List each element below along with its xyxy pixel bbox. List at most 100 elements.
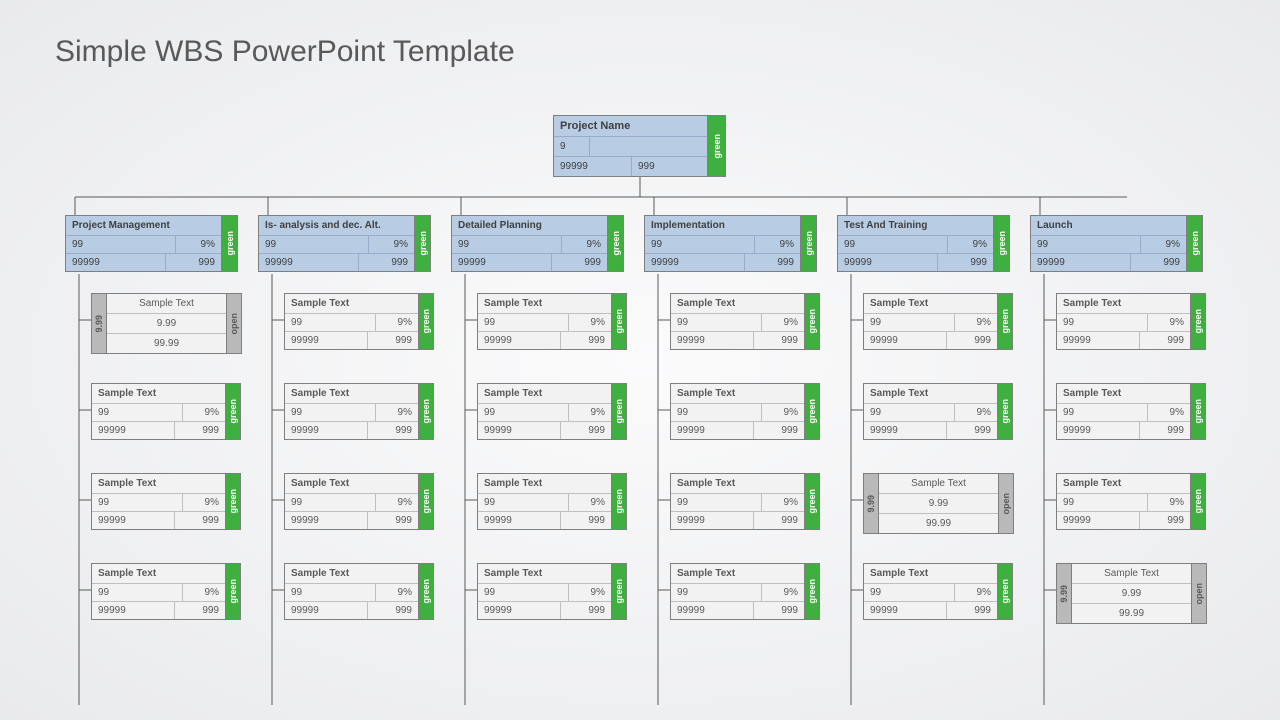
status-tab: green <box>222 215 238 272</box>
leaf-c: 99999 <box>285 512 368 529</box>
status-tab: green <box>998 563 1013 620</box>
leaf-node: Sample Text 999% 99999999 green <box>91 473 241 530</box>
leaf-title: Sample Text <box>864 384 997 404</box>
branch-d: 999 <box>166 254 221 271</box>
leaf-node: Sample Text 999% 99999999 green <box>1056 383 1206 440</box>
leaf-d: 999 <box>754 332 804 349</box>
leaf-a: 99 <box>1057 404 1148 421</box>
status-tab: green <box>226 563 241 620</box>
branch-d: 999 <box>745 254 800 271</box>
leaf-a: 99 <box>1057 494 1148 511</box>
leaf-c: 99999 <box>1057 512 1140 529</box>
leaf-node-open: 9.99 Sample Text 9.99 99.99 open <box>91 293 242 354</box>
leaf-b: 9% <box>376 404 418 421</box>
leaf-c: 99999 <box>1057 332 1140 349</box>
leaf-node: Sample Text 999% 99999999 green <box>91 563 241 620</box>
leaf-a: 99 <box>92 494 183 511</box>
leaf-title: Sample Text <box>478 294 611 314</box>
status-tab: green <box>805 293 820 350</box>
status-tab: green <box>415 215 431 272</box>
leaf-c: 99999 <box>478 602 561 619</box>
status-tab: green <box>419 383 434 440</box>
status-tab: green <box>612 473 627 530</box>
leaf-d: 999 <box>175 512 225 529</box>
status-tab: green <box>419 473 434 530</box>
leaf-c: 99999 <box>864 422 947 439</box>
status-tab: green <box>805 563 820 620</box>
leaf-d: 999 <box>561 422 611 439</box>
leaf-b: 9% <box>376 584 418 601</box>
leaf-node-open: 9.99 Sample Text 9.99 99.99 open <box>863 473 1014 534</box>
leaf-a: 99 <box>285 584 376 601</box>
leaf-node: Sample Text 999% 99999999 green <box>670 563 820 620</box>
status-tab: green <box>998 293 1013 350</box>
leaf-c: 99999 <box>92 512 175 529</box>
branch-c: 99999 <box>838 254 938 271</box>
leaf-c: 99999 <box>671 332 754 349</box>
leaf-title: Sample Text <box>285 384 418 404</box>
leaf-b: 9% <box>762 494 804 511</box>
status-tab: green <box>801 215 817 272</box>
leaf-b: 9% <box>1148 494 1190 511</box>
leaf-b: 9% <box>1148 404 1190 421</box>
leaf-d: 999 <box>947 332 997 349</box>
leaf-a: 99 <box>671 314 762 331</box>
branch-b: 9% <box>562 236 607 253</box>
leaf-node: Sample Text 999% 99999999 green <box>284 563 434 620</box>
leaf-b: 9% <box>1148 314 1190 331</box>
root-v1: 9 <box>554 137 590 156</box>
leaf-node: Sample Text 999% 99999999 green <box>284 473 434 530</box>
status-tab: green <box>612 563 627 620</box>
leaf-d: 999 <box>368 602 418 619</box>
leaf-a: 99 <box>285 404 376 421</box>
leaf-d: 999 <box>175 422 225 439</box>
leaf-title: Sample Text <box>478 384 611 404</box>
leaf-node: Sample Text 999% 99999999 green <box>670 473 820 530</box>
leaf-title: Sample Text <box>671 474 804 494</box>
status-tab: green <box>1191 293 1206 350</box>
branch-b: 9% <box>755 236 800 253</box>
leaf-title: Sample Text <box>107 294 226 314</box>
leaf-a: 99 <box>478 314 569 331</box>
leaf-c: 99999 <box>671 602 754 619</box>
leaf-b: 9% <box>762 584 804 601</box>
branch-a: 99 <box>1031 236 1141 253</box>
leaf-v2: 99.99 <box>879 514 998 533</box>
leaf-d: 999 <box>1140 422 1190 439</box>
status-tab: green <box>608 215 624 272</box>
leaf-title: Sample Text <box>285 294 418 314</box>
status-tab: green <box>994 215 1010 272</box>
branch-node: Project Management 999% 99999999 green <box>65 215 238 272</box>
status-tab: green <box>805 383 820 440</box>
leaf-c: 99999 <box>285 602 368 619</box>
branch-title: Project Management <box>66 216 221 236</box>
leaf-title: Sample Text <box>92 384 225 404</box>
leaf-b: 9% <box>955 404 997 421</box>
branch-b: 9% <box>948 236 993 253</box>
leaf-b: 9% <box>569 314 611 331</box>
leaf-c: 99999 <box>92 422 175 439</box>
leaf-node: Sample Text 999% 99999999 green <box>477 563 627 620</box>
leaf-title: Sample Text <box>1057 384 1190 404</box>
root-title: Project Name <box>554 116 707 137</box>
branch-d: 999 <box>938 254 993 271</box>
leaf-title: Sample Text <box>864 564 997 584</box>
leaf-d: 999 <box>754 602 804 619</box>
branch-title: Is- analysis and dec. Alt. <box>259 216 414 236</box>
leaf-a: 99 <box>478 584 569 601</box>
leaf-v1: 9.99 <box>879 494 998 514</box>
status-tab: green <box>226 473 241 530</box>
status-tab: green <box>419 563 434 620</box>
leaf-a: 99 <box>478 404 569 421</box>
branch-a: 99 <box>838 236 948 253</box>
leaf-b: 9% <box>569 494 611 511</box>
leaf-c: 99999 <box>478 332 561 349</box>
leaf-a: 99 <box>92 404 183 421</box>
branch-a: 99 <box>645 236 755 253</box>
branch-title: Launch <box>1031 216 1186 236</box>
branch-title: Implementation <box>645 216 800 236</box>
branch-a: 99 <box>66 236 176 253</box>
branch-c: 99999 <box>1031 254 1131 271</box>
leaf-node: Sample Text 999% 99999999 green <box>477 473 627 530</box>
leaf-d: 999 <box>561 332 611 349</box>
